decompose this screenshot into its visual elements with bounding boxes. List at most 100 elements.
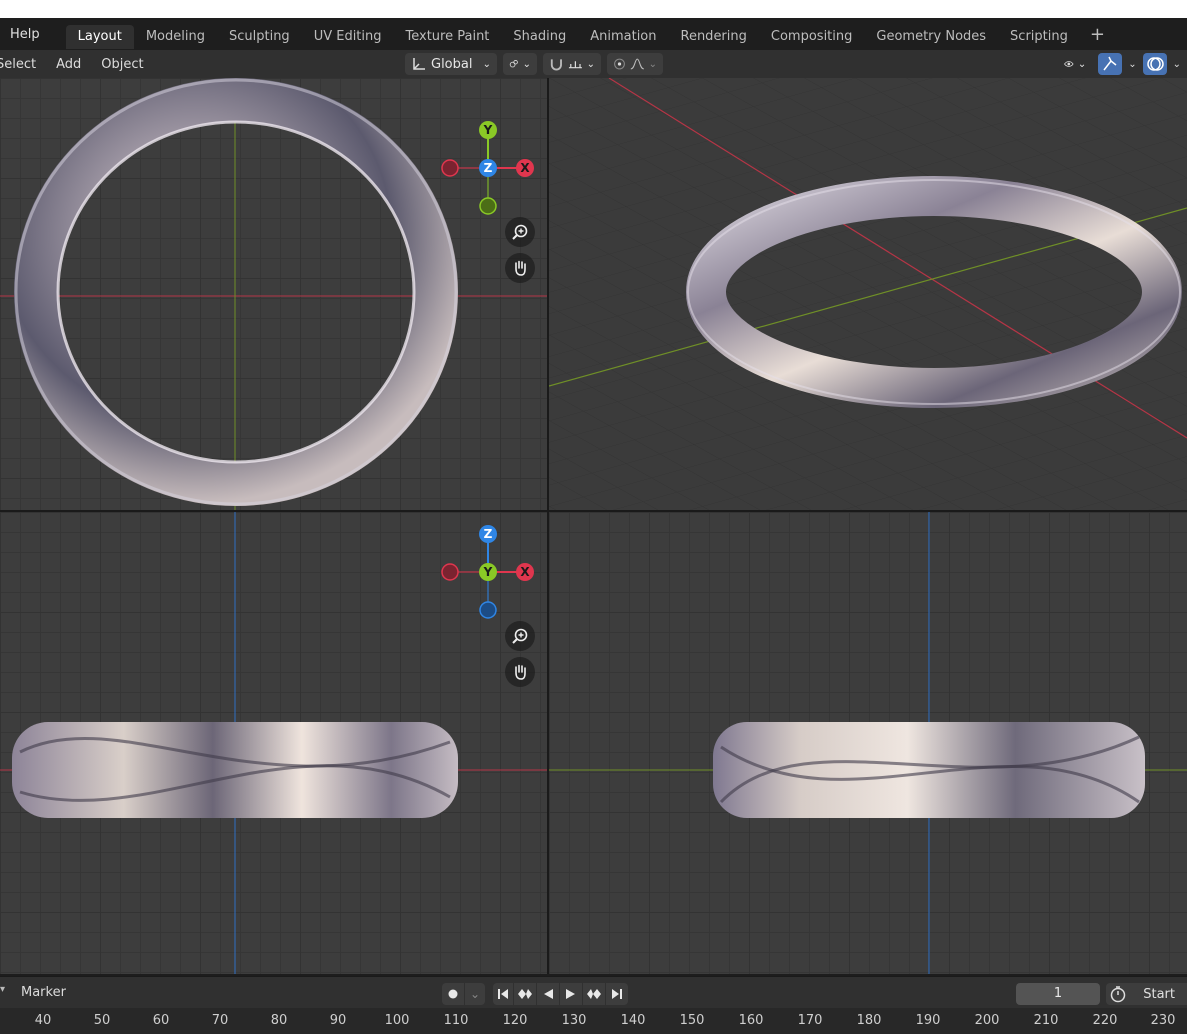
gizmo-y-label: Y [483,565,493,579]
ruler-tick-label: 230 [1150,1013,1176,1028]
orientation-axes-icon [413,58,425,70]
tab-rendering[interactable]: Rendering [669,25,759,49]
ruler-tick-label: 160 [738,1013,764,1028]
snap-increment-icon [568,61,582,69]
ruler-tick-label: 70 [211,1013,229,1028]
viewport-header: Select Add Object Global ⌄ ⌄ ⌄ ⌄ ⌄ ⌄ ⌄ [0,50,1187,78]
marker-menu[interactable]: Marker [21,985,66,1000]
object-menu[interactable]: Object [91,57,153,72]
tab-sculpting[interactable]: Sculpting [217,25,302,49]
viewport-top-orthographic[interactable]: Y X Z [0,78,547,510]
transform-tools: Global ⌄ ⌄ ⌄ ⌄ [405,53,663,75]
chevron-down-icon: ⌄ [1077,58,1087,70]
pan-button[interactable] [505,657,535,687]
navigation-gizmo-front[interactable]: Z X Y [435,522,545,622]
overlays-options-chevron-icon[interactable]: ⌄ [1173,59,1181,70]
jump-to-keyframe-prev-button[interactable] [514,983,536,1005]
zoom-button[interactable] [505,621,535,651]
jump-start-icon [498,989,508,999]
jump-to-keyframe-next-button[interactable] [583,983,605,1005]
prev-keyframe-icon [518,989,532,999]
twisted-ring-front-view[interactable] [12,722,458,818]
falloff-curve-icon [630,58,644,70]
start-label: Start [1143,986,1175,1002]
chevron-down-icon: ⌄ [648,58,657,70]
gizmo-x-label: X [520,161,530,175]
overlays-toggle[interactable] [1142,53,1167,75]
tab-animation[interactable]: Animation [578,25,668,49]
ruler-tick-label: 150 [679,1013,705,1028]
play-reverse-button[interactable] [537,983,559,1005]
jump-to-end-button[interactable] [606,983,628,1005]
frame-start-field[interactable]: Start [1106,983,1187,1005]
proportional-editing-icon [614,58,625,70]
ruler-tick-label: 80 [270,1013,288,1028]
pivot-point-dropdown[interactable]: ⌄ [503,53,537,75]
gizmo-toggle[interactable] [1098,53,1123,75]
view-menu-chevron-icon[interactable]: ▾ [0,984,5,995]
tab-compositing[interactable]: Compositing [759,25,865,49]
ruler-tick-label: 60 [152,1013,170,1028]
gizmo-y-label: Y [483,123,493,137]
play-button[interactable] [560,983,582,1005]
viewport-perspective-scene [549,78,1187,510]
transform-orientation-dropdown[interactable]: Global ⌄ [405,53,497,75]
tab-scripting[interactable]: Scripting [998,25,1080,49]
ruler-tick-label: 110 [443,1013,469,1028]
tab-texture-paint[interactable]: Texture Paint [394,25,502,49]
ruler-tick-label: 190 [915,1013,941,1028]
ruler-tick-label: 130 [561,1013,587,1028]
chevron-down-icon: ⌄ [522,58,531,70]
jump-to-start-button[interactable] [493,983,513,1005]
window-top-strip [0,0,1187,18]
zoom-icon [512,628,528,644]
ruler-tick-label: 140 [620,1013,646,1028]
tab-geometry-nodes[interactable]: Geometry Nodes [864,25,998,49]
viewport-side-orthographic[interactable] [549,512,1187,974]
top-menubar: Help Layout Modeling Sculpting UV Editin… [0,18,1187,50]
play-reverse-icon [544,989,553,999]
add-menu[interactable]: Add [46,57,91,72]
twisted-ring-top-view[interactable] [14,78,458,506]
overlays-icon [1146,57,1164,71]
viewport-front-orthographic[interactable]: Z X Y [0,512,547,974]
visibility-dropdown[interactable]: ⌄ [1058,53,1092,75]
record-dot-icon [448,989,458,999]
ruler-tick-label: 50 [93,1013,111,1028]
zoom-icon [512,224,528,240]
perspective-floor-grid [549,78,1187,510]
gizmo-z-label: Z [484,161,493,175]
chevron-down-icon: ⌄ [586,58,595,70]
orientation-label: Global [431,56,473,72]
navigation-gizmo-top[interactable]: Y X Z [435,118,545,218]
pivot-icon [509,59,518,68]
viewport-side-scene [549,512,1187,974]
add-workspace-button[interactable]: + [1080,24,1115,45]
record-button[interactable] [442,983,464,1005]
chevron-down-icon: ⌄ [482,58,491,70]
magnet-icon [550,59,562,71]
zoom-button[interactable] [505,217,535,247]
proportional-editing-group[interactable]: ⌄ [607,53,663,75]
select-menu[interactable]: Select [0,57,46,72]
ruler-tick-label: 170 [797,1013,823,1028]
tab-shading[interactable]: Shading [501,25,578,49]
pan-button[interactable] [505,253,535,283]
ruler-tick-label: 210 [1033,1013,1059,1028]
timeline-ruler[interactable]: 40 50 60 70 80 90 100 110 120 130 140 15… [0,1008,1187,1034]
ruler-tick-label: 180 [856,1013,882,1028]
current-frame-field[interactable]: 1 [1016,983,1100,1005]
stopwatch-icon [1110,986,1126,1003]
ruler-tick-label: 220 [1092,1013,1118,1028]
timeline-header: ▾ Marker ⌄ 1 Start [0,976,1187,1008]
help-menu[interactable]: Help [0,27,50,42]
tab-uv-editing[interactable]: UV Editing [302,25,394,49]
tab-layout[interactable]: Layout [65,25,134,49]
auto-keying-options[interactable]: ⌄ [465,983,485,1005]
viewport-perspective[interactable] [549,78,1187,510]
tab-modeling[interactable]: Modeling [134,25,217,49]
eye-icon [1064,61,1074,67]
snapping-group[interactable]: ⌄ [543,53,601,75]
jump-end-icon [612,989,622,999]
gizmo-options-chevron-icon[interactable]: ⌄ [1128,59,1136,70]
